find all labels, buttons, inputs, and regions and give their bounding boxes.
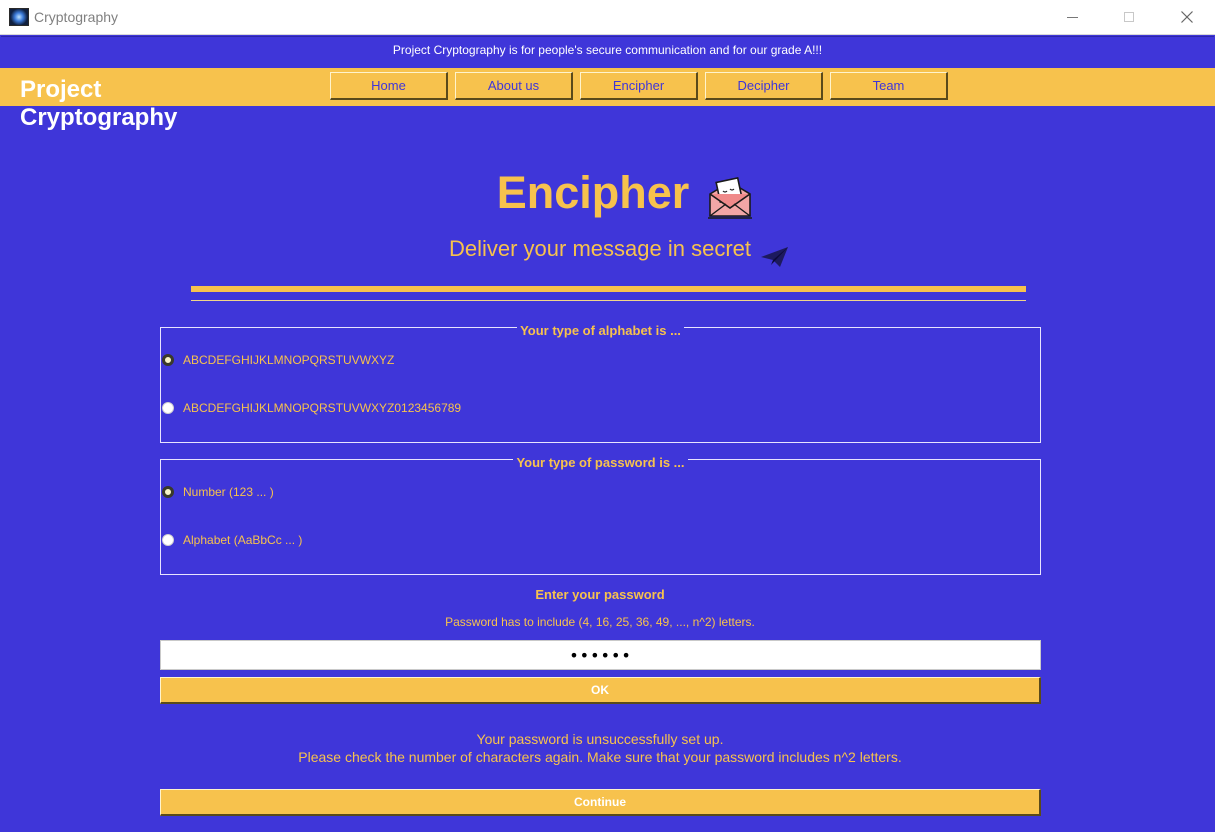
password-option-label: Number (123 ... ) [183, 485, 274, 499]
password-type-group: Your type of password is ... Number (123… [160, 455, 1041, 575]
password-group-legend-text: Your type of password is ... [513, 455, 688, 470]
alphabet-option-label: ABCDEFGHIJKLMNOPQRSTUVWXYZ [183, 353, 395, 367]
radio-unselected-icon[interactable] [162, 534, 174, 546]
alphabet-option-letters-digits[interactable]: ABCDEFGHIJKLMNOPQRSTUVWXYZ0123456789 [162, 401, 461, 415]
radio-selected-icon[interactable] [162, 486, 174, 498]
alphabet-group-legend-text: Your type of alphabet is ... [517, 323, 684, 338]
password-option-alphabet[interactable]: Alphabet (AaBbCc ... ) [162, 533, 302, 547]
password-label: Enter your password [535, 587, 665, 602]
password-hint: Password has to include (4, 16, 25, 36, … [445, 615, 755, 629]
alphabet-type-group: Your type of alphabet is ... ABCDEFGHIJK… [160, 323, 1041, 443]
password-option-label: Alphabet (AaBbCc ... ) [183, 533, 303, 547]
maximize-button[interactable] [1100, 0, 1158, 34]
minimize-button[interactable] [1043, 0, 1101, 34]
window-titlebar: Cryptography [0, 0, 1215, 35]
envelope-icon [708, 176, 752, 219]
page-title-text: Encipher [496, 167, 690, 218]
paper-plane-icon [761, 247, 788, 267]
nav-encipher-button[interactable]: Encipher [580, 72, 698, 100]
nav-home-button[interactable]: Home [330, 72, 448, 100]
ok-button[interactable]: OK [160, 677, 1041, 704]
close-button[interactable] [1158, 0, 1215, 34]
alphabet-option-label: ABCDEFGHIJKLMNOPQRSTUVWXYZ0123456789 [183, 401, 462, 415]
brand-line-2: Cryptography [20, 104, 178, 131]
page-subtitle: Deliver your message in secret [448, 236, 751, 261]
nav-team-button[interactable]: Team [830, 72, 948, 100]
nav-decipher-button[interactable]: Decipher [705, 72, 823, 100]
app-icon [9, 8, 29, 26]
divider-thick [191, 286, 1026, 292]
maximize-icon [1124, 12, 1134, 22]
status-line-2: Please check the number of characters ag… [298, 749, 902, 765]
radio-selected-icon[interactable] [162, 354, 174, 366]
nav-about-us-button[interactable]: About us [455, 72, 573, 100]
top-banner: Project Cryptography is for people's sec… [1, 36, 1214, 68]
brand-logo-text: Project Cryptography [20, 76, 177, 132]
minimize-icon [1066, 16, 1078, 18]
password-group-legend: Your type of password is ... [161, 452, 1040, 471]
brand-line-1: Project [20, 76, 102, 103]
password-option-number[interactable]: Number (123 ... ) [162, 485, 274, 499]
status-message: Your password is unsuccessfully set up. … [0, 730, 1200, 766]
page-title: Encipher [0, 167, 1200, 219]
continue-button[interactable]: Continue [160, 789, 1041, 816]
divider-thin [191, 300, 1026, 301]
close-icon [1181, 11, 1193, 23]
status-line-1: Your password is unsuccessfully set up. [476, 731, 724, 747]
alphabet-group-legend: Your type of alphabet is ... [161, 320, 1040, 339]
window-title: Cryptography [34, 9, 119, 25]
radio-unselected-icon[interactable] [162, 402, 174, 414]
alphabet-option-letters[interactable]: ABCDEFGHIJKLMNOPQRSTUVWXYZ [162, 353, 394, 367]
password-input[interactable] [160, 640, 1041, 670]
